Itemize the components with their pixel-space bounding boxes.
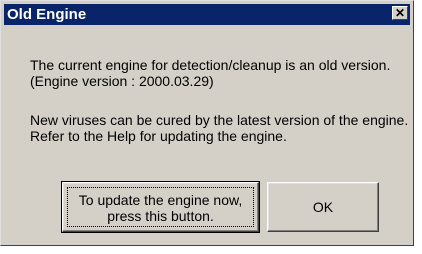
close-icon: ✕ [394,6,406,20]
message-line-2: (Engine version : 2000.03.29) [30,73,214,89]
titlebar[interactable]: Old Engine ✕ [4,4,410,25]
ok-button[interactable]: OK [267,182,379,232]
update-button-line-2: press this button. [107,208,214,224]
update-button-line-1: To update the engine now, [78,192,243,208]
update-engine-button[interactable]: To update the engine now, press this but… [61,181,260,233]
message-line-4: Refer to the Help for updating the engin… [30,128,287,144]
message-line-1: The current engine for detection/cleanup… [30,57,391,73]
dialog-window: Old Engine ✕ The current engine for dete… [0,0,414,246]
close-button[interactable]: ✕ [392,6,408,20]
dialog-title: Old Engine [7,6,87,23]
message-line-3: New viruses can be cured by the latest v… [30,112,409,128]
update-engine-button-label: To update the engine now, press this but… [63,192,258,224]
